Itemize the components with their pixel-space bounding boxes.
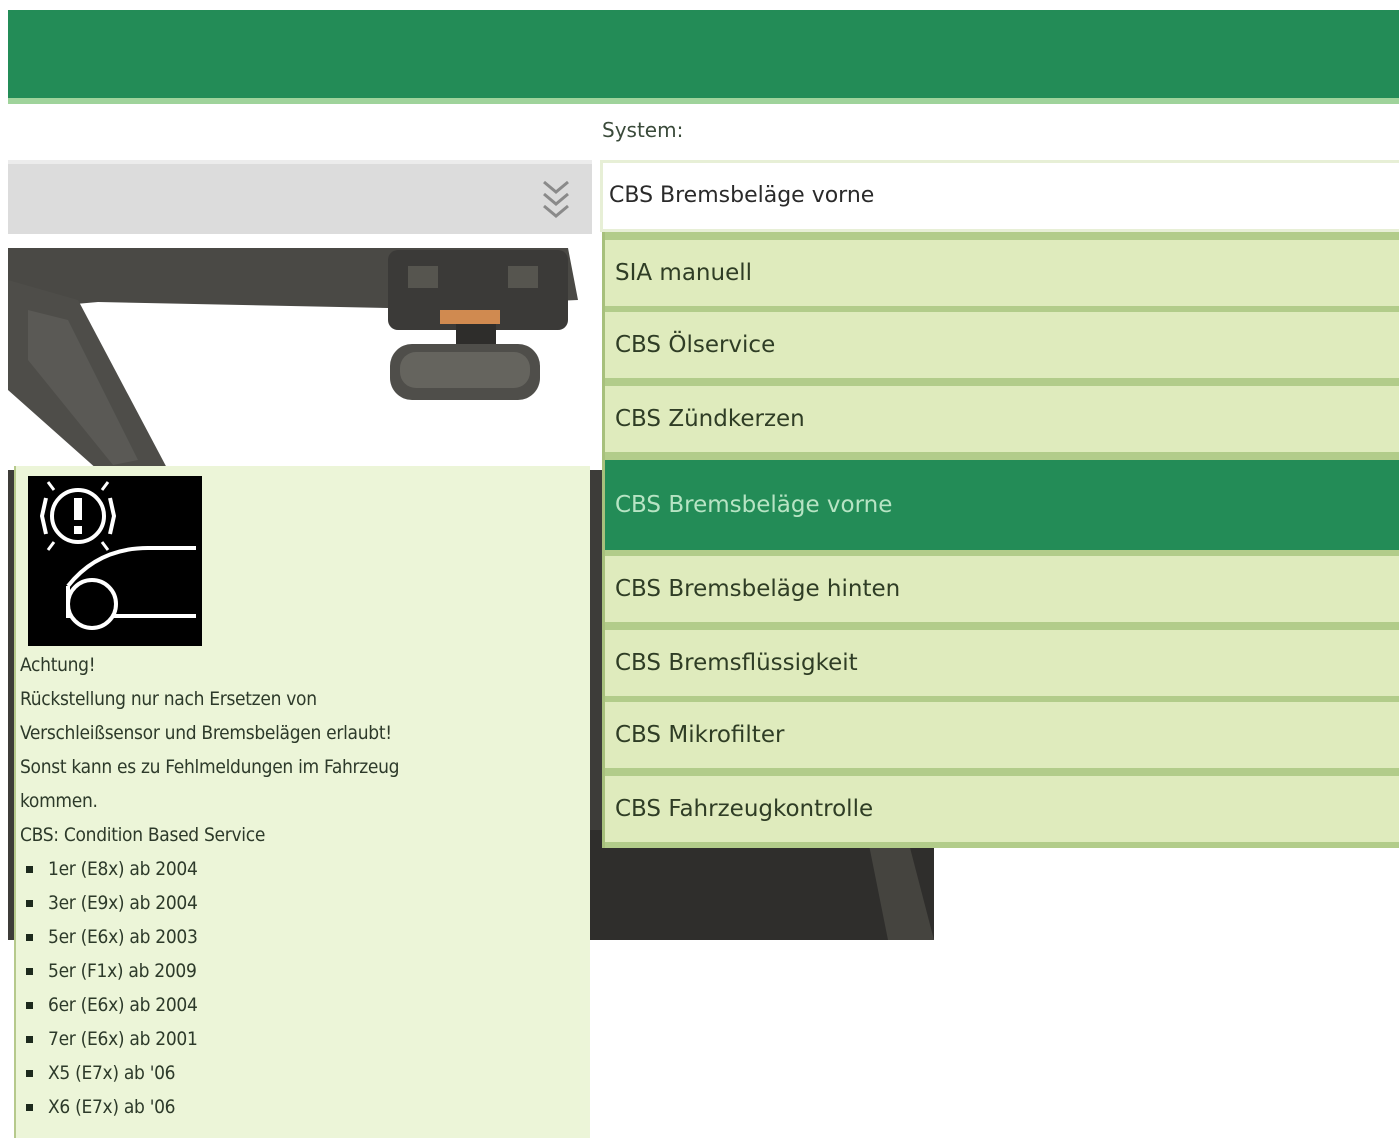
dropdown-option-cbs-fahrzeugkontrolle[interactable]: CBS Fahrzeugkontrolle: [605, 776, 1399, 842]
header-accent-line: [8, 98, 1399, 104]
list-item: 6er (E6x) ab 2004: [20, 988, 586, 1022]
brake-pad-warning-icon: [28, 476, 202, 646]
dropdown-option-cbs-bremsbelaege-vorne[interactable]: CBS Bremsbeläge vorne: [605, 460, 1399, 550]
app-page: Achtung! Rückstellung nur nach Ersetzen …: [0, 0, 1399, 1140]
dropdown-option-sia-manuell[interactable]: SIA manuell: [605, 240, 1399, 306]
list-item: 5er (E6x) ab 2003: [20, 920, 586, 954]
dropdown-option-cbs-zuendkerzen[interactable]: CBS Zündkerzen: [605, 386, 1399, 452]
list-item: 7er (E6x) ab 2001: [20, 1022, 586, 1056]
info-line: CBS: Condition Based Service: [20, 824, 266, 846]
info-line: Rückstellung nur nach Ersetzen von: [20, 688, 317, 710]
dropdown-option-cbs-bremsfluessigkeit[interactable]: CBS Bremsflüssigkeit: [605, 630, 1399, 696]
dropdown-option-cbs-oelservice[interactable]: CBS Ölservice: [605, 312, 1399, 378]
list-item: 3er (E9x) ab 2004: [20, 886, 586, 920]
info-panel: Achtung! Rückstellung nur nach Ersetzen …: [14, 466, 590, 1138]
system-label: System:: [602, 118, 684, 142]
dropdown-option-cbs-bremsbelaege-hinten[interactable]: CBS Bremsbeläge hinten: [605, 556, 1399, 622]
dropdown-option-cbs-mikrofilter[interactable]: CBS Mikrofilter: [605, 702, 1399, 768]
info-line: kommen.: [20, 790, 98, 812]
warning-title: Achtung!: [20, 654, 96, 676]
vehicle-select[interactable]: [8, 160, 592, 234]
system-dropdown-list: SIA manuell CBS Ölservice CBS Zündkerzen…: [602, 232, 1399, 848]
info-line: Sonst kann es zu Fehlmeldungen im Fahrze…: [20, 756, 400, 778]
system-select[interactable]: CBS Bremsbeläge vorne: [600, 160, 1399, 232]
header-bar: [8, 10, 1399, 98]
info-text: Achtung! Rückstellung nur nach Ersetzen …: [20, 648, 586, 1124]
double-chevron-down-icon[interactable]: [538, 172, 574, 224]
list-item: X6 (E7x) ab '06: [20, 1090, 586, 1124]
info-line: Verschleißsensor und Bremsbelägen erlaub…: [20, 722, 392, 744]
list-item: X5 (E7x) ab '06: [20, 1056, 586, 1090]
list-item: 1er (E8x) ab 2004: [20, 852, 586, 886]
model-list: 1er (E8x) ab 2004 3er (E9x) ab 2004 5er …: [20, 852, 586, 1124]
list-item: 5er (F1x) ab 2009: [20, 954, 586, 988]
